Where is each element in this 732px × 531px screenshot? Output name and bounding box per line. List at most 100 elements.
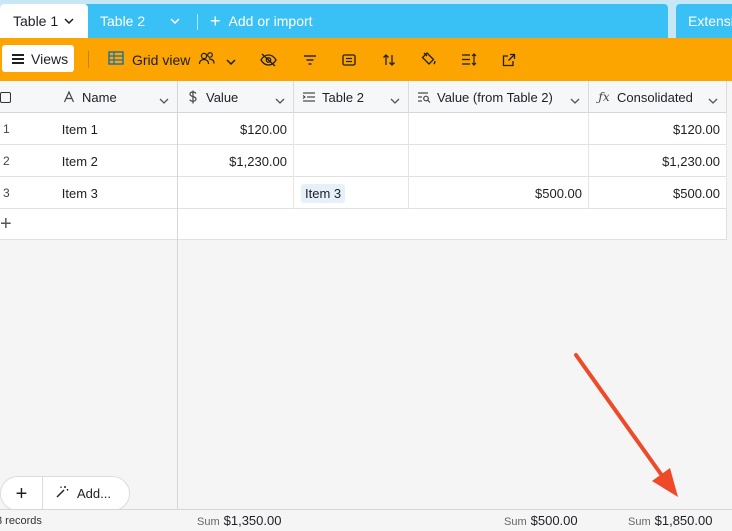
annotation-arrow bbox=[574, 353, 678, 497]
hide-fields-icon[interactable] bbox=[260, 51, 277, 68]
view-toolbar: Views Grid view bbox=[0, 38, 732, 81]
add-or-import-label: Add or import bbox=[228, 13, 313, 29]
table-row[interactable]: 2 Item 2 bbox=[0, 145, 177, 177]
tab-table-1-label: Table 1 bbox=[13, 13, 59, 29]
table-row[interactable]: Item 3 $500.00 $500.00 bbox=[178, 177, 727, 209]
row-number: 1 bbox=[3, 122, 10, 136]
frozen-pane: Name 1 Item 1 2 Item 2 3 Item 3 + bbox=[0, 81, 178, 531]
chevron-down-icon bbox=[226, 52, 236, 68]
linked-record-chip[interactable]: Item 3 bbox=[301, 183, 346, 203]
dollar-icon bbox=[186, 90, 200, 104]
row-number: 2 bbox=[3, 154, 10, 168]
view-switcher[interactable]: Grid view bbox=[108, 38, 236, 81]
add-record-row[interactable] bbox=[178, 209, 727, 240]
column-header-label: Table 2 bbox=[322, 89, 364, 105]
name-cell[interactable]: Item 3 bbox=[42, 177, 177, 209]
column-header-consolidated[interactable]: ƒx Consolidated bbox=[589, 81, 727, 113]
column-header-label: Consolidated bbox=[617, 89, 693, 105]
table-2-cell[interactable]: Item 3 bbox=[294, 177, 409, 209]
frozen-header-row: Name bbox=[0, 81, 177, 113]
value-summary[interactable]: Sum $1,350.00 bbox=[197, 513, 281, 528]
view-name: Grid view bbox=[132, 51, 191, 68]
sort-icon[interactable] bbox=[380, 51, 397, 68]
filter-icon[interactable] bbox=[301, 51, 318, 68]
tab-table-2-label: Table 2 bbox=[100, 13, 146, 29]
extensions-tab[interactable]: Extensions bbox=[676, 4, 732, 38]
add-or-import-button[interactable]: + Add or import bbox=[210, 4, 313, 38]
row-height-icon[interactable] bbox=[460, 51, 477, 68]
views-button[interactable]: Views bbox=[2, 45, 74, 72]
column-header-value[interactable]: Value bbox=[178, 81, 294, 113]
consolidated-cell[interactable]: $500.00 bbox=[589, 177, 727, 209]
lookup-icon bbox=[417, 91, 431, 103]
column-header-table-2[interactable]: Table 2 bbox=[294, 81, 409, 113]
plus-icon: + bbox=[0, 213, 12, 235]
chevron-down-icon[interactable] bbox=[708, 92, 718, 107]
chevron-down-icon[interactable] bbox=[390, 92, 400, 107]
name-cell[interactable]: Item 1 bbox=[42, 113, 177, 145]
formula-icon: ƒx bbox=[598, 90, 610, 104]
extensions-label: Extensions bbox=[688, 13, 732, 29]
table-2-cell[interactable] bbox=[294, 113, 409, 145]
lookup-cell[interactable] bbox=[409, 145, 589, 177]
select-all-checkbox[interactable] bbox=[0, 91, 11, 103]
chevron-down-icon[interactable] bbox=[64, 16, 74, 27]
chevron-down-icon[interactable] bbox=[159, 92, 169, 107]
share-view-icon[interactable] bbox=[500, 51, 517, 68]
row-number: 3 bbox=[3, 186, 10, 200]
table-row[interactable]: 1 Item 1 bbox=[0, 113, 177, 145]
column-header-label: Name bbox=[82, 89, 117, 105]
add-record-row[interactable]: + bbox=[0, 209, 177, 240]
link-icon bbox=[302, 91, 316, 103]
chevron-down-icon[interactable] bbox=[275, 92, 285, 107]
table-2-cell[interactable] bbox=[294, 145, 409, 177]
lookup-cell[interactable]: $500.00 bbox=[409, 177, 589, 209]
record-count: 3 records bbox=[0, 515, 42, 527]
tab-table-2[interactable]: Table 2 bbox=[100, 4, 145, 38]
collaborators-icon bbox=[198, 51, 216, 68]
add-label: Add... bbox=[77, 486, 111, 501]
tab-divider bbox=[197, 14, 198, 30]
summary-label: Sum bbox=[628, 516, 651, 528]
summary-value: $1,350.00 bbox=[223, 513, 282, 528]
summary-value: $500.00 bbox=[530, 513, 578, 528]
tab-bar: Table 1 Table 2 + Add or import Extensio… bbox=[0, 0, 732, 38]
tab-table-1[interactable]: Table 1 bbox=[0, 4, 88, 38]
name-cell[interactable]: Item 2 bbox=[42, 145, 177, 177]
add-record-button[interactable]: + bbox=[1, 476, 43, 511]
column-header-lookup[interactable]: Value (from Table 2) bbox=[409, 81, 589, 113]
hamburger-icon bbox=[12, 52, 24, 66]
add-with-ai-button[interactable]: Add... bbox=[55, 485, 111, 502]
chevron-down-icon[interactable] bbox=[570, 92, 580, 107]
summary-value: $1,850.00 bbox=[654, 513, 713, 528]
table-row[interactable]: $1,230.00 $1,230.00 bbox=[178, 145, 727, 177]
color-icon[interactable] bbox=[420, 51, 437, 68]
column-header-label: Value (from Table 2) bbox=[437, 89, 553, 105]
table-row[interactable]: $120.00 $120.00 bbox=[178, 113, 727, 145]
grid-icon bbox=[108, 51, 124, 68]
column-header-label: Value bbox=[206, 89, 239, 105]
toolbar-divider bbox=[88, 51, 89, 68]
table-row[interactable]: 3 Item 3 bbox=[0, 177, 177, 209]
magic-wand-icon bbox=[55, 485, 69, 502]
plus-icon: + bbox=[210, 11, 221, 31]
consolidated-cell[interactable]: $120.00 bbox=[589, 113, 727, 145]
text-a-icon bbox=[62, 91, 76, 103]
summary-label: Sum bbox=[197, 516, 220, 528]
header-row: Value Table 2 Value (from Table 2) ƒx Co… bbox=[178, 81, 727, 113]
value-cell[interactable] bbox=[178, 177, 294, 209]
select-all-checkbox-cell bbox=[0, 81, 56, 113]
summary-bar: 3 records Sum $1,350.00 Sum $500.00 Sum … bbox=[0, 509, 732, 531]
views-label: Views bbox=[31, 50, 69, 67]
group-icon[interactable] bbox=[340, 51, 357, 68]
add-record-pill: + Add... bbox=[0, 476, 130, 511]
all-tables-chevron-icon[interactable] bbox=[170, 4, 180, 38]
lookup-cell[interactable] bbox=[409, 113, 589, 145]
column-header-name[interactable]: Name bbox=[56, 81, 177, 113]
value-cell[interactable]: $120.00 bbox=[178, 113, 294, 145]
consolidated-summary[interactable]: Sum $1,850.00 bbox=[628, 513, 712, 528]
lookup-summary[interactable]: Sum $500.00 bbox=[504, 513, 578, 528]
summary-label: Sum bbox=[504, 516, 527, 528]
consolidated-cell[interactable]: $1,230.00 bbox=[589, 145, 727, 177]
value-cell[interactable]: $1,230.00 bbox=[178, 145, 294, 177]
